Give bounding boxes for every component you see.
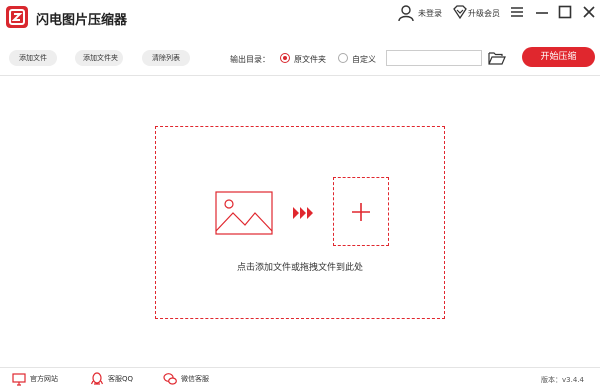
output-path-input[interactable] [386,50,482,66]
footer: 官方网站 客服QQ 微信客服 版本：v3.4.4 [0,367,600,389]
maximize-icon[interactable] [557,4,573,20]
toolbar: 添加文件 添加文件夹 清除列表 输出目录： 原文件夹 自定义 开始压缩 [0,36,600,76]
arrows-icon [293,207,313,219]
title-bar: 闪电图片压缩器 未登录 升级会员 [0,0,600,36]
user-icon[interactable] [398,4,414,22]
plus-icon [352,203,370,221]
clear-list-button[interactable]: 清除列表 [142,50,190,66]
wechat-icon [163,373,177,385]
add-file-button[interactable]: 添加文件 [9,50,57,66]
wechat-service-link[interactable]: 微信客服 [163,372,225,386]
drop-hint: 点击添加文件或拖拽文件到此处 [236,263,363,273]
wechat-service-label[interactable]: 微信客服 [181,374,209,384]
monitor-icon [12,373,26,386]
qq-service-label[interactable]: 客服QQ [108,374,133,384]
add-folder-button[interactable]: 添加文件夹 [75,50,123,66]
website-label[interactable]: 官方网站 [30,374,58,384]
website-link[interactable]: 官方网站 [12,372,72,386]
drop-zone[interactable]: 点击添加文件或拖拽文件到此处 [155,126,445,319]
vip-icon[interactable] [452,4,468,20]
start-compress-button[interactable]: 开始压缩 [522,47,595,67]
vip-label[interactable]: 升级会员 [468,8,500,19]
image-icon [215,191,273,235]
qq-service-link[interactable]: 客服QQ [90,372,150,386]
qq-icon [90,372,104,385]
app-title: 闪电图片压缩器 [36,13,128,28]
menu-icon[interactable] [509,4,525,20]
minimize-icon[interactable] [534,4,550,20]
radio-original-label[interactable]: 原文件夹 [294,54,326,65]
output-dir-label: 输出目录： [230,55,270,64]
radio-custom-folder[interactable] [338,53,348,63]
folder-icon[interactable] [488,51,506,65]
version-label: 版本：v3.4.4 [541,376,584,384]
logo-icon [6,6,28,28]
close-icon[interactable] [581,4,597,20]
add-file-box[interactable] [333,177,389,246]
radio-original-folder[interactable] [280,53,290,63]
login-label[interactable]: 未登录 [418,8,442,19]
radio-custom-label[interactable]: 自定义 [352,54,376,65]
